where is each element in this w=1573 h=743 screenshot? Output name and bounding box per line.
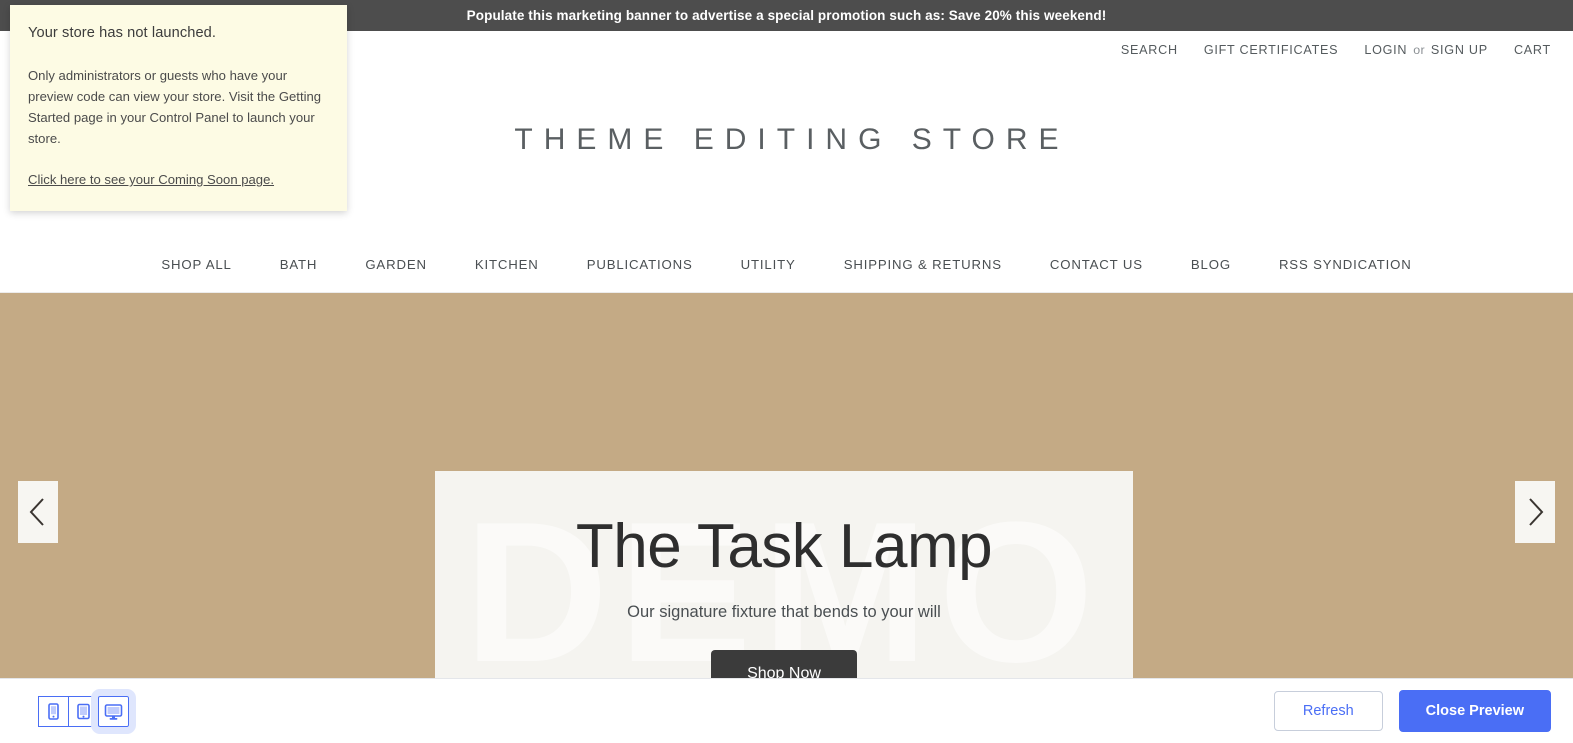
hero-carousel: DEMO The Task Lamp Our signature fixture… — [0, 293, 1573, 678]
hero-content-panel: DEMO The Task Lamp Our signature fixture… — [435, 471, 1133, 678]
preview-toolbar: Refresh Close Preview — [0, 678, 1573, 743]
device-button-mobile[interactable] — [38, 695, 69, 727]
device-switcher — [38, 688, 136, 734]
nav-item-kitchen[interactable]: KITCHEN — [451, 257, 563, 272]
storefront-viewport: Populate this marketing banner to advert… — [0, 0, 1573, 678]
launch-notice-title: Your store has not launched. — [28, 25, 217, 41]
close-preview-button[interactable]: Close Preview — [1398, 690, 1551, 732]
shop-now-button[interactable]: Shop Now — [711, 650, 857, 678]
store-logo-text: THEME EDITING STORE — [514, 123, 1070, 156]
hero-title: The Task Lamp — [575, 512, 993, 581]
carousel-next-button[interactable] — [1515, 481, 1555, 543]
nav-item-contact-us[interactable]: CONTACT US — [1026, 257, 1167, 272]
main-navigation: SHOP ALL BATH GARDEN KITCHEN PUBLICATION… — [0, 237, 1573, 293]
nav-item-garden[interactable]: GARDEN — [341, 257, 451, 272]
nav-item-rss-syndication[interactable]: RSS SYNDICATION — [1255, 257, 1436, 272]
tablet-icon — [77, 703, 90, 719]
nav-item-utility[interactable]: UTILITY — [717, 257, 820, 272]
nav-item-blog[interactable]: BLOG — [1167, 257, 1255, 272]
nav-item-shipping-returns[interactable]: SHIPPING & RETURNS — [820, 257, 1026, 272]
desktop-icon — [104, 703, 123, 720]
promo-banner-text: Populate this marketing banner to advert… — [466, 8, 1107, 23]
launch-notice-body: Only administrators or guests who have y… — [28, 68, 322, 146]
nav-item-shop-all[interactable]: SHOP ALL — [137, 257, 255, 272]
store-not-launched-notice: Your store has not launched. Only admini… — [10, 5, 347, 211]
coming-soon-page-link[interactable]: Click here to see your Coming Soon page. — [28, 172, 274, 187]
chevron-right-icon — [1529, 498, 1544, 526]
hero-subtitle: Our signature fixture that bends to your… — [627, 603, 941, 622]
theme-preview-window: Populate this marketing banner to advert… — [0, 0, 1573, 743]
refresh-button[interactable]: Refresh — [1273, 691, 1383, 731]
chevron-left-icon — [29, 498, 44, 526]
device-button-desktop[interactable] — [91, 688, 136, 734]
nav-item-bath[interactable]: BATH — [256, 257, 342, 272]
toolbar-actions: Refresh Close Preview — [1273, 690, 1551, 732]
carousel-prev-button[interactable] — [18, 481, 58, 543]
device-button-tablet[interactable] — [68, 695, 99, 727]
mobile-icon — [48, 702, 59, 720]
nav-item-publications[interactable]: PUBLICATIONS — [563, 257, 717, 272]
